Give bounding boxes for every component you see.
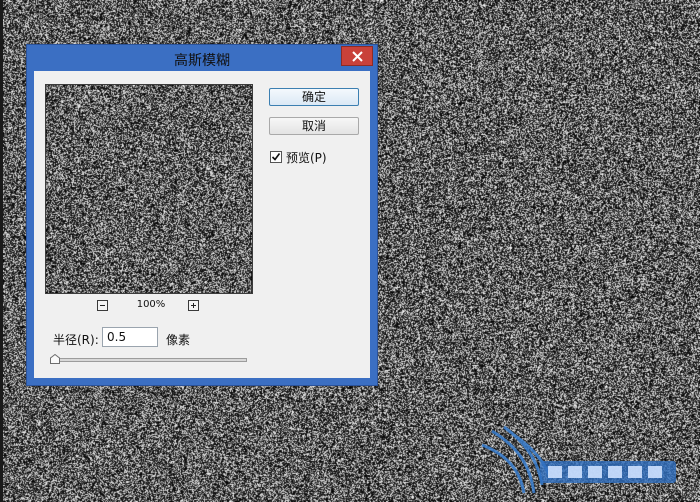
zoom-level: 100% — [136, 299, 166, 310]
zoom-in-button[interactable] — [188, 300, 199, 311]
watermark-logo — [481, 425, 676, 494]
dialog-titlebar[interactable]: 高斯模糊 — [27, 45, 377, 71]
preview-checkbox-label[interactable]: 预览(P) — [286, 149, 327, 166]
radius-label: 半径(R): — [53, 333, 99, 347]
ok-button[interactable]: 确定 — [269, 88, 359, 106]
radius-input[interactable] — [102, 327, 158, 347]
gaussian-blur-dialog: 高斯模糊 100% 确定 取消 预览(P) 半径(R): 0.5 像素 — [27, 45, 377, 385]
cancel-button[interactable]: 取消 — [269, 117, 359, 135]
preview-window[interactable] — [45, 84, 253, 294]
dialog-body: 100% 确定 取消 预览(P) 半径(R): 像素 — [34, 71, 370, 378]
minus-icon — [100, 305, 105, 306]
dialog-title: 高斯模糊 — [174, 53, 230, 69]
radius-unit-label: 像素 — [166, 333, 191, 347]
radius-slider-thumb[interactable] — [50, 354, 60, 364]
preview-image — [46, 85, 252, 293]
checkmark-icon — [271, 153, 281, 161]
window-edge — [0, 0, 3, 502]
preview-checkbox[interactable] — [270, 151, 282, 163]
plus-icon — [191, 303, 196, 308]
close-icon — [352, 51, 363, 62]
zoom-out-button[interactable] — [97, 300, 108, 311]
close-button[interactable] — [341, 46, 373, 66]
radius-slider-track[interactable] — [52, 358, 247, 362]
